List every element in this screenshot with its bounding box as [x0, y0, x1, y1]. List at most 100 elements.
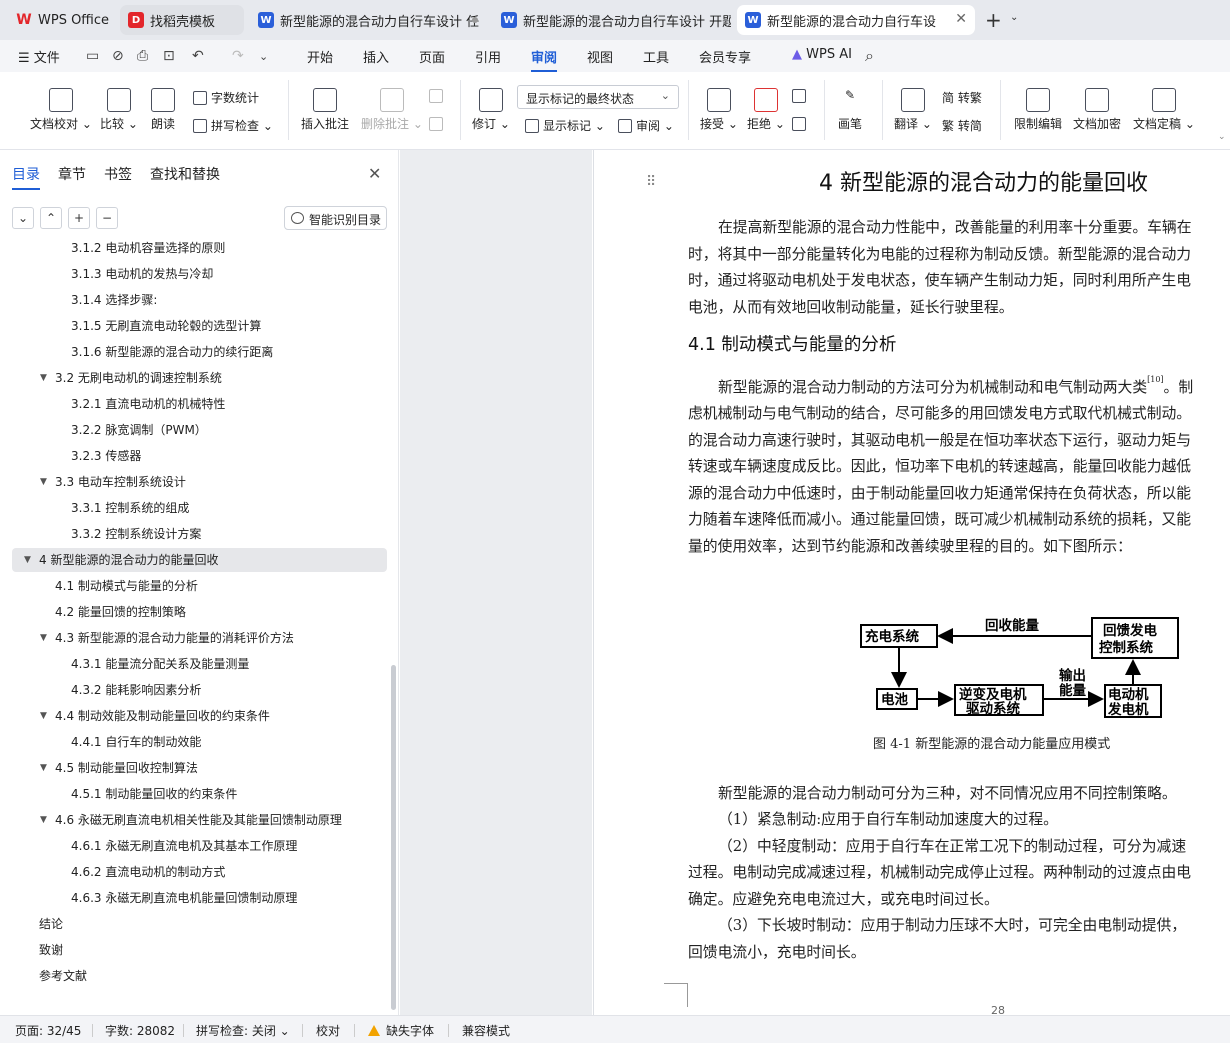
next-revision-button[interactable]	[792, 117, 810, 131]
accept-button[interactable]: 接受 ⌄	[700, 88, 738, 132]
toc-scrollbar[interactable]	[391, 665, 396, 1010]
chevron-down-icon[interactable]: ⌄	[1010, 12, 1018, 23]
toc-item[interactable]: 4.4.1 自行车的制动效能	[71, 730, 201, 754]
toc-item[interactable]: ▼ 4.5 制动能量回收控制算法	[40, 756, 198, 780]
collapse-ribbon-icon[interactable]: ⌄	[1218, 132, 1226, 142]
show-markup-button[interactable]: 显示标记 ⌄	[525, 117, 605, 134]
toc-item[interactable]: 3.1.3 电动机的发热与冷却	[71, 262, 213, 286]
menu-home[interactable]: 开始	[307, 47, 333, 66]
toc-item[interactable]: ▼ 4.6 永磁无刷直流电机相关性能及其能量回馈制动原理	[40, 808, 342, 832]
proof-indicator[interactable]: 校对	[316, 1022, 340, 1039]
tab-wps-office[interactable]: W WPS Office	[8, 5, 110, 35]
toc-item[interactable]: 结论	[39, 912, 63, 936]
file-menu[interactable]: ☰ 文件	[18, 47, 60, 66]
print-icon[interactable]: ⎙	[137, 48, 148, 64]
toc-item[interactable]: 3.1.6 新型能源的混合动力的续行距离	[71, 340, 273, 364]
translate-button[interactable]: 翻译 ⌄	[894, 88, 932, 132]
share-icon[interactable]: ⊘	[112, 48, 124, 64]
toc-item[interactable]: 参考文献	[39, 964, 87, 988]
toc-item[interactable]: ▼ 3.3 电动车控制系统设计	[40, 470, 186, 494]
word-count-button[interactable]: 字数统计	[193, 89, 259, 106]
tab-doc-2[interactable]: W 新型能源的混合动力自行车设计 开题	[493, 5, 731, 35]
tab-docer[interactable]: D 找稻壳模板	[120, 5, 244, 35]
expand-arrow-icon[interactable]: ▼	[40, 756, 47, 780]
prev-revision-button[interactable]	[792, 89, 810, 103]
toc-item[interactable]: 4.1 制动模式与能量的分析	[55, 574, 198, 598]
expand-arrow-icon[interactable]: ▼	[40, 366, 47, 390]
simp-to-trad-button[interactable]: 简 转繁	[942, 89, 982, 106]
document-page[interactable]: ⠿ 4 新型能源的混合动力的能量回收 在提高新型能源的混合动力性能中，改善能量的…	[593, 150, 1230, 1015]
toc-item[interactable]: 致谢	[39, 938, 63, 962]
markup-state-select[interactable]: 显示标记的最终状态 ⌄	[517, 85, 679, 109]
spell-check-indicator[interactable]: 拼写检查: 关闭 ⌄	[196, 1022, 290, 1039]
expand-arrow-icon[interactable]: ▼	[40, 626, 47, 650]
compare-button[interactable]: 比较 ⌄	[100, 88, 138, 132]
delete-comment-button[interactable]: 删除批注 ⌄	[361, 88, 423, 132]
toc-item[interactable]: 3.2.3 传感器	[71, 444, 141, 468]
spell-check-button[interactable]: 拼写检查 ⌄	[193, 117, 273, 134]
undo-icon[interactable]: ↶	[192, 48, 204, 64]
expand-down-icon[interactable]: ⌄	[12, 207, 34, 229]
toc-item[interactable]: 3.1.4 选择步骤:	[71, 288, 157, 312]
collapse-up-icon[interactable]: ⌃	[40, 207, 62, 229]
tab-toc[interactable]: 目录	[12, 164, 40, 190]
toc-item[interactable]: 4.5.1 制动能量回收的约束条件	[71, 782, 237, 806]
revise-button[interactable]: 修订 ⌄	[472, 88, 510, 132]
proofread-button[interactable]: 文档校对 ⌄	[30, 88, 92, 132]
drag-handle-icon[interactable]: ⠿	[646, 174, 656, 190]
toc-item[interactable]: 4.6.1 永磁无刷直流电机及其基本工作原理	[71, 834, 297, 858]
toc-item[interactable]: 4.3.1 能量流分配关系及能量测量	[71, 652, 249, 676]
encrypt-button[interactable]: 文档加密	[1073, 88, 1121, 132]
chevron-down-icon[interactable]: ⌄	[259, 50, 268, 63]
remove-heading-icon[interactable]: −	[96, 207, 118, 229]
toc-item[interactable]: ▼ 3.2 无刷电动机的调速控制系统	[40, 366, 222, 390]
toc-item[interactable]: 3.1.2 电动机容量选择的原则	[71, 240, 225, 260]
toc-item[interactable]: 3.2.2 脉宽调制（PWM）	[71, 418, 207, 442]
menu-membership[interactable]: 会员专享	[699, 47, 751, 66]
citation-ref[interactable]: [10]	[1147, 375, 1163, 384]
toc-item[interactable]: ▼ 4.3 新型能源的混合动力能量的消耗评价方法	[40, 626, 294, 650]
menu-review[interactable]: 审阅	[531, 47, 558, 72]
toc-item[interactable]: ▼ 4 新型能源的混合动力的能量回收	[12, 548, 387, 572]
smart-toc-button[interactable]: 智能识别目录	[284, 206, 387, 230]
toc-item[interactable]: 3.3.2 控制系统设计方案	[71, 522, 201, 546]
review-pane-button[interactable]: 审阅 ⌄	[618, 117, 674, 134]
tab-find-replace[interactable]: 查找和替换	[150, 164, 220, 184]
new-tab-icon[interactable]: +	[985, 8, 1002, 32]
wps-ai-button[interactable]: ▲ WPS AI	[792, 47, 852, 62]
toc-item[interactable]: 3.3.1 控制系统的组成	[71, 496, 189, 520]
restrict-edit-button[interactable]: 限制编辑	[1014, 88, 1062, 132]
expand-arrow-icon[interactable]: ▼	[40, 704, 47, 728]
toc-item[interactable]: 3.2.1 直流电动机的机械特性	[71, 392, 225, 416]
menu-page[interactable]: 页面	[419, 47, 445, 66]
tab-chapters[interactable]: 章节	[58, 164, 86, 184]
redo-icon[interactable]: ↷	[232, 48, 244, 64]
insert-comment-button[interactable]: 插入批注	[301, 88, 349, 132]
save-icon[interactable]: ▭	[86, 48, 99, 64]
toc-item[interactable]: 4.3.2 能耗影响因素分析	[71, 678, 201, 702]
trad-to-simp-button[interactable]: 繁 转简	[942, 117, 982, 134]
menu-view[interactable]: 视图	[587, 47, 613, 66]
missing-font-indicator[interactable]: 缺失字体	[368, 1022, 434, 1039]
expand-arrow-icon[interactable]: ▼	[40, 808, 47, 832]
close-tab-icon[interactable]: ✕	[955, 11, 967, 27]
pen-button[interactable]: ✎ 画笔	[838, 88, 862, 132]
next-comment-button[interactable]	[429, 117, 447, 131]
print-preview-icon[interactable]: ⊡	[163, 48, 175, 64]
search-icon[interactable]: ⌕	[865, 46, 874, 66]
prev-comment-button[interactable]	[429, 89, 447, 103]
tab-bookmarks[interactable]: 书签	[104, 164, 132, 184]
close-panel-icon[interactable]: ✕	[368, 164, 381, 183]
finalize-button[interactable]: 文档定稿 ⌄	[1133, 88, 1195, 132]
toc-item[interactable]: ▼ 4.4 制动效能及制动能量回收的约束条件	[40, 704, 270, 728]
expand-arrow-icon[interactable]: ▼	[40, 470, 47, 494]
expand-arrow-icon[interactable]: ▼	[24, 548, 31, 572]
add-heading-icon[interactable]: +	[68, 207, 90, 229]
reject-button[interactable]: 拒绝 ⌄	[747, 88, 785, 132]
toc-item[interactable]: 4.6.2 直流电动机的制动方式	[71, 860, 225, 884]
menu-insert[interactable]: 插入	[363, 47, 389, 66]
word-count-indicator[interactable]: 字数: 28082	[105, 1022, 175, 1039]
menu-tools[interactable]: 工具	[643, 47, 669, 66]
toc-item[interactable]: 4.6.3 永磁无刷直流电机能量回馈制动原理	[71, 886, 297, 910]
read-aloud-button[interactable]: 朗读	[151, 88, 175, 132]
